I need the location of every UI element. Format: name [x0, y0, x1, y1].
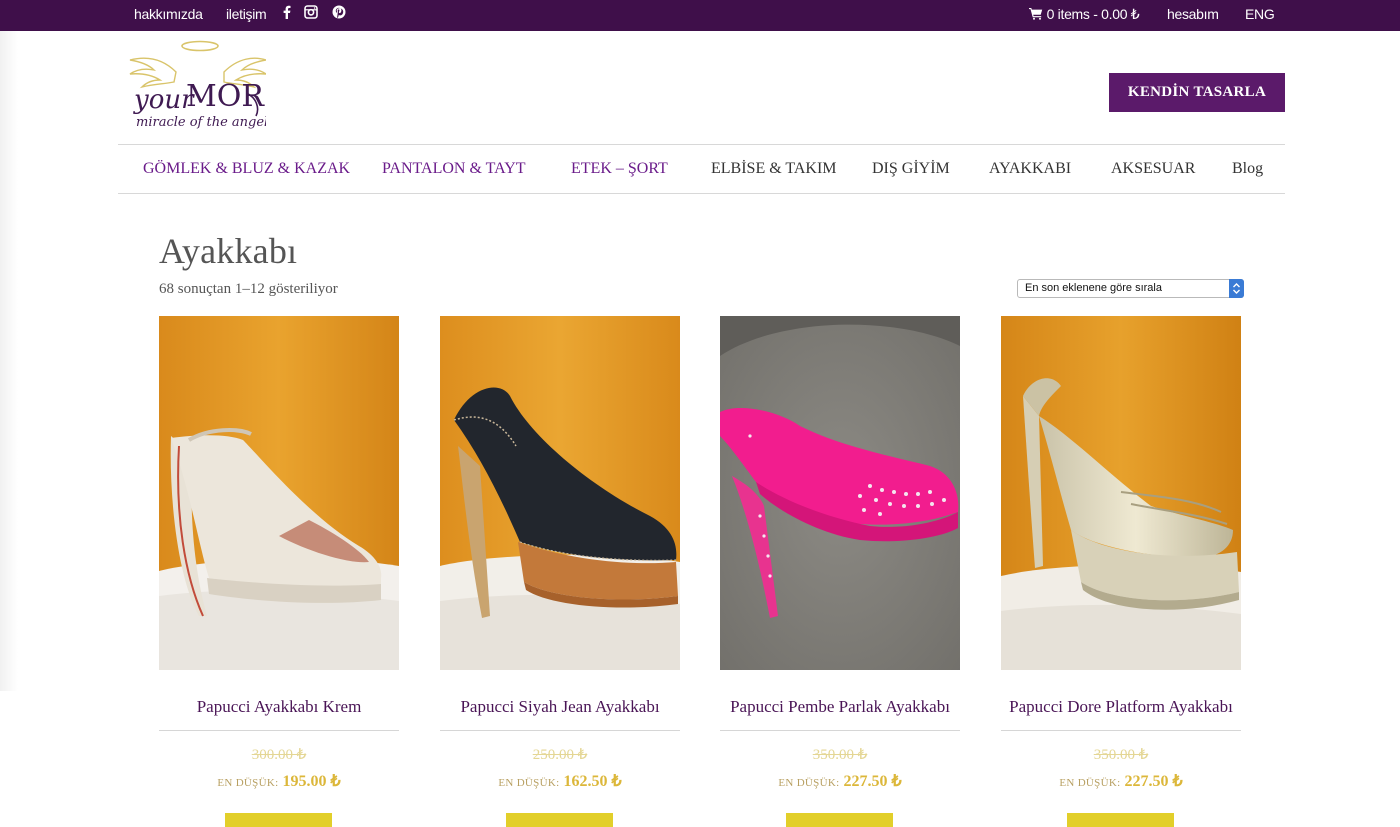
add-to-cart-button[interactable]: [225, 813, 332, 827]
product-image: [1001, 316, 1241, 670]
page-title: Ayakkabı: [159, 231, 298, 271]
product-image-link[interactable]: [1001, 316, 1241, 670]
cart-link[interactable]: 0 items - 0.00 ₺: [1029, 6, 1140, 22]
about-link[interactable]: hakkımızda: [134, 6, 203, 22]
nav-shirts-blouses[interactable]: GÖMLEK & BLUZ & KAZAK: [143, 159, 350, 179]
nav-skirts-shorts[interactable]: ETEK – ŞORT: [571, 159, 668, 179]
nav-outerwear[interactable]: DIŞ GİYİM: [872, 159, 950, 179]
divider: [720, 730, 960, 731]
cart-icon: [1029, 7, 1043, 20]
nav-blog[interactable]: Blog: [1232, 159, 1263, 179]
price-label: EN DÜŞÜK:: [1059, 777, 1121, 789]
sale-price: EN DÜŞÜK: 227.50 ₺: [1001, 771, 1241, 791]
product-card: Papucci Pembe Parlak Ayakkabı 350.00 ₺ E…: [720, 316, 960, 827]
sale-price: EN DÜŞÜK: 195.00 ₺: [159, 771, 399, 791]
add-to-cart-button[interactable]: [506, 813, 613, 827]
old-price: 250.00 ₺: [532, 747, 588, 763]
account-link[interactable]: hesabım: [1167, 6, 1219, 22]
instagram-icon[interactable]: [304, 5, 320, 21]
product-image-link[interactable]: [720, 316, 960, 670]
sale-price: EN DÜŞÜK: 227.50 ₺: [720, 771, 960, 791]
price-value: 227.50 ₺: [843, 773, 902, 790]
add-to-cart-button[interactable]: [1067, 813, 1174, 827]
nav-pants-tights[interactable]: PANTALON & TAYT: [382, 159, 526, 179]
nav-shoes[interactable]: AYAKKABI: [989, 159, 1071, 179]
price-label: EN DÜŞÜK:: [778, 777, 840, 789]
contact-link[interactable]: iletişim: [226, 6, 267, 22]
svg-text:MOR: MOR: [186, 79, 265, 114]
product-image: [720, 316, 960, 670]
select-arrows-icon: [1229, 279, 1244, 298]
divider: [440, 730, 680, 731]
product-image-link[interactable]: [159, 316, 399, 670]
product-card: Papucci Dore Platform Ayakkabı 350.00 ₺ …: [1001, 316, 1241, 827]
sale-price: EN DÜŞÜK: 162.50 ₺: [440, 771, 680, 791]
product-name[interactable]: Papucci Pembe Parlak Ayakkabı: [710, 697, 970, 717]
facebook-icon[interactable]: [280, 5, 296, 21]
divider: [1001, 730, 1241, 731]
product-card: Papucci Siyah Jean Ayakkabı 250.00 ₺ EN …: [440, 316, 680, 827]
cart-summary: 0 items - 0.00 ₺: [1046, 6, 1140, 22]
old-price: 350.00 ₺: [812, 747, 868, 763]
price-value: 227.50 ₺: [1124, 773, 1183, 790]
top-bar: hakkımızda iletişim 0 items - 0.00 ₺ hes…: [0, 0, 1400, 31]
page-edge-shadow: [0, 31, 18, 691]
price-label: EN DÜŞÜK:: [498, 777, 560, 789]
old-price: 350.00 ₺: [1093, 747, 1149, 763]
product-name[interactable]: Papucci Ayakkabı Krem: [149, 697, 409, 717]
design-yourself-button[interactable]: KENDİN TASARLA: [1109, 73, 1285, 112]
price-value: 162.50 ₺: [563, 773, 622, 790]
product-image: [440, 316, 680, 670]
product-card: Papucci Ayakkabı Krem 300.00 ₺ EN DÜŞÜK:…: [159, 316, 399, 827]
pinterest-icon[interactable]: [332, 5, 348, 21]
product-image-link[interactable]: [440, 316, 680, 670]
language-switch[interactable]: ENG: [1245, 6, 1275, 22]
product-name[interactable]: Papucci Dore Platform Ayakkabı: [991, 697, 1251, 717]
result-count: 68 sonuçtan 1–12 gösteriliyor: [159, 281, 338, 297]
sort-dropdown[interactable]: En son eklenene göre sırala: [1017, 279, 1244, 298]
add-to-cart-button[interactable]: [786, 813, 893, 827]
sort-selected-value: En son eklenene göre sırala: [1025, 282, 1162, 294]
main-navigation: GÖMLEK & BLUZ & KAZAK PANTALON & TAYT ET…: [118, 144, 1285, 194]
product-name[interactable]: Papucci Siyah Jean Ayakkabı: [430, 697, 690, 717]
site-logo[interactable]: your MOR miracle of the angel: [124, 38, 268, 134]
product-image: [159, 316, 399, 670]
svg-text:miracle of the angel: miracle of the angel: [136, 115, 266, 130]
nav-dresses[interactable]: ELBİSE & TAKIM: [711, 159, 837, 179]
nav-accessories[interactable]: AKSESUAR: [1111, 159, 1195, 179]
price-value: 195.00 ₺: [282, 773, 341, 790]
old-price: 300.00 ₺: [251, 747, 307, 763]
price-label: EN DÜŞÜK:: [217, 777, 279, 789]
divider: [159, 730, 399, 731]
